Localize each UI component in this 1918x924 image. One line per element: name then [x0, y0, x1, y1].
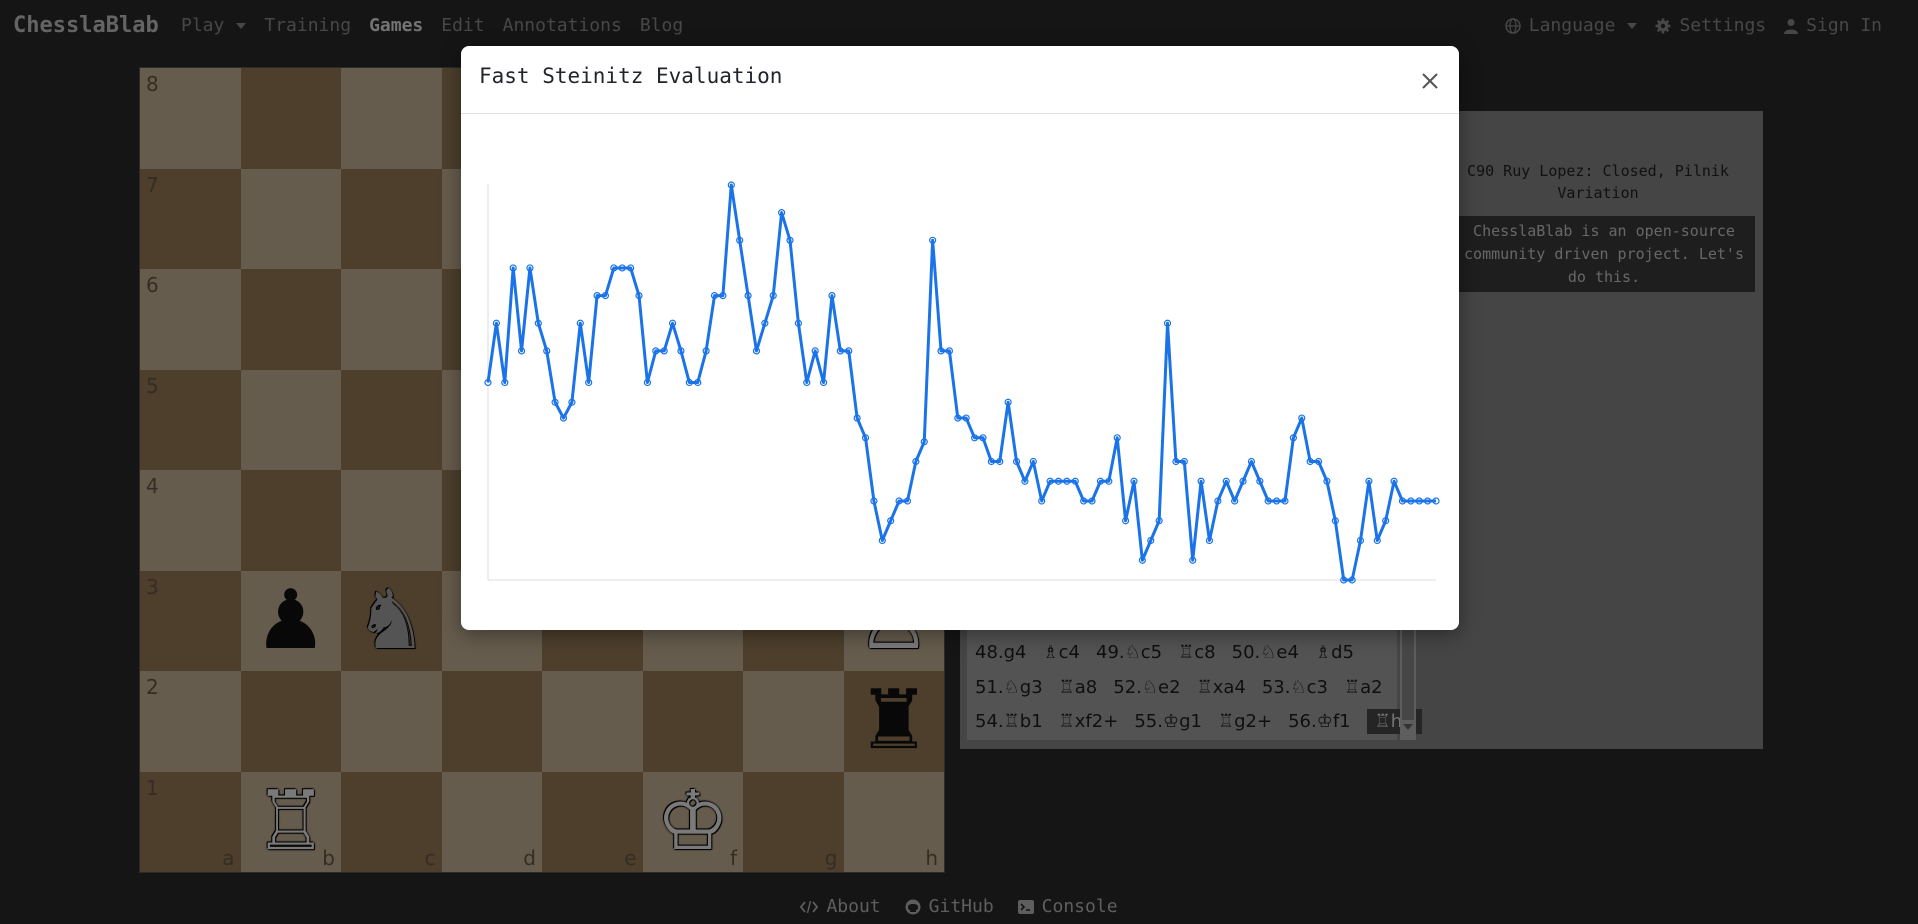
- evaluation-chart[interactable]: [461, 114, 1459, 630]
- modal-title: Fast Steinitz Evaluation: [479, 64, 783, 88]
- evaluation-line: [486, 183, 1436, 582]
- modal-header: Fast Steinitz Evaluation: [461, 46, 1459, 114]
- evaluation-modal: Fast Steinitz Evaluation: [461, 46, 1459, 630]
- close-icon[interactable]: [1415, 66, 1445, 96]
